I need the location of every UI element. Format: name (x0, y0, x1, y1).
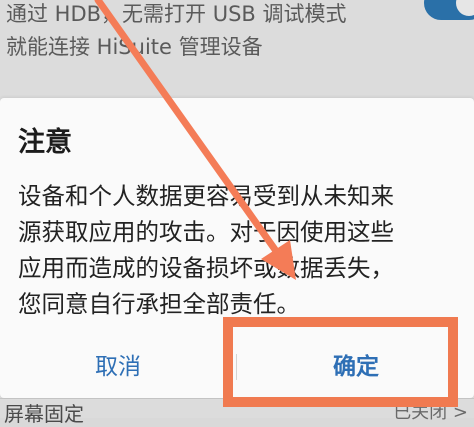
cancel-button[interactable]: 取消 (0, 344, 236, 390)
confirm-button[interactable]: 确定 (238, 344, 474, 390)
hdb-description-line-1: 通过 HDB，无需打开 USB 调试模式 (6, 2, 347, 26)
dialog-message-line-4: 您同意自行承担全部责任。 (18, 290, 300, 318)
hdb-setting-description: 通过 HDB，无需打开 USB 调试模式 就能连接 HiSuite 管理设备 (6, 0, 386, 64)
hdb-toggle-switch[interactable] (424, 0, 474, 20)
dialog-message-line-2: 源获取应用的攻击。对于因使用这些 (18, 218, 394, 246)
dialog-title: 注意 (18, 127, 72, 158)
dialog-button-bar: 取消 确定 (0, 344, 474, 390)
screen-pinning-status: 已关闭 > (393, 402, 468, 423)
hdb-description-line-2: 就能连接 HiSuite 管理设备 (6, 35, 263, 59)
dialog-message-line-3: 应用而造成的设备损坏或数据丢失， (18, 254, 394, 282)
screen-pinning-setting-label[interactable]: 屏幕固定 (4, 398, 84, 427)
dialog-message-line-1: 设备和个人数据更容易受到从未知来 (18, 182, 394, 210)
button-divider (236, 354, 237, 380)
warning-dialog: 注意 设备和个人数据更容易受到从未知来 源获取应用的攻击。对于因使用这些 应用而… (0, 98, 474, 398)
toggle-knob (456, 0, 474, 16)
dialog-message: 设备和个人数据更容易受到从未知来 源获取应用的攻击。对于因使用这些 应用而造成的… (18, 178, 458, 322)
